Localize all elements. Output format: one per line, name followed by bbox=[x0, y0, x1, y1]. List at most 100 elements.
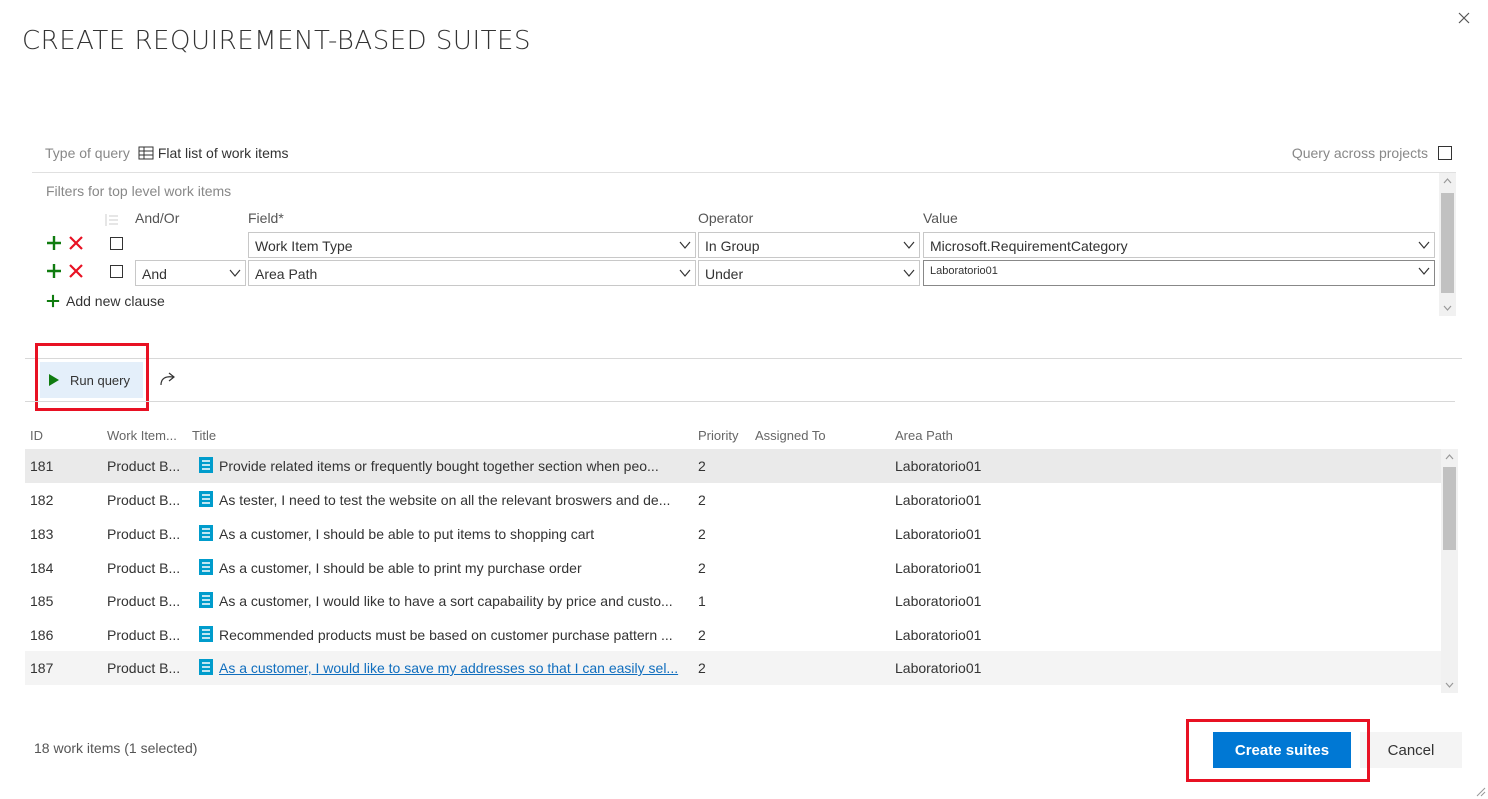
row-area-path: Laboratorio01 bbox=[895, 593, 982, 609]
row-title: As tester, I need to test the website on… bbox=[219, 492, 671, 508]
delete-clause-icon[interactable] bbox=[68, 263, 84, 279]
field-dropdown[interactable]: Area Path bbox=[248, 260, 696, 286]
table-row[interactable]: 185 Product B... As a customer, I would … bbox=[25, 584, 1441, 618]
row-area-path: Laboratorio01 bbox=[895, 458, 982, 474]
operator-value: Under bbox=[705, 266, 744, 282]
redo-icon[interactable] bbox=[158, 370, 178, 388]
backlog-item-icon bbox=[199, 626, 213, 642]
close-button[interactable] bbox=[1454, 8, 1474, 28]
row-title-link[interactable]: As a customer, I would like to save my a… bbox=[219, 660, 694, 676]
group-clauses-icon[interactable] bbox=[105, 213, 119, 227]
chevron-down-icon bbox=[903, 269, 915, 277]
scrollbar-thumb[interactable] bbox=[1441, 193, 1454, 293]
value-dropdown[interactable]: Microsoft.RequirementCategory bbox=[923, 232, 1435, 258]
value-value: Microsoft.RequirementCategory bbox=[930, 238, 1128, 254]
scroll-down-icon[interactable] bbox=[1444, 681, 1455, 689]
backlog-item-icon bbox=[199, 525, 213, 541]
dialog-title: CREATE REQUIREMENT-BASED SUITES bbox=[22, 26, 531, 56]
row-id: 184 bbox=[30, 560, 54, 576]
row-type: Product B... bbox=[107, 560, 181, 576]
query-type-row: Type of query Flat list of work items bbox=[45, 145, 289, 161]
query-type-value: Flat list of work items bbox=[157, 145, 289, 161]
chevron-down-icon bbox=[1418, 241, 1430, 249]
column-title[interactable]: Title bbox=[192, 428, 216, 443]
backlog-item-icon bbox=[199, 559, 213, 575]
row-title: As a customer, I would like to have a so… bbox=[219, 593, 673, 609]
table-row[interactable]: 181 Product B... Provide related items o… bbox=[25, 449, 1441, 483]
row-type: Product B... bbox=[107, 458, 181, 474]
chevron-down-icon bbox=[679, 241, 691, 249]
create-suites-button[interactable]: Create suites bbox=[1213, 732, 1351, 768]
row-priority: 2 bbox=[698, 492, 706, 508]
row-title: As a customer, I should be able to put i… bbox=[219, 526, 595, 542]
close-icon bbox=[1458, 12, 1470, 24]
row-area-path: Laboratorio01 bbox=[895, 660, 982, 676]
row-area-path: Laboratorio01 bbox=[895, 526, 982, 542]
run-query-button[interactable]: Run query bbox=[40, 362, 143, 398]
value-input[interactable]: Laboratorio01 bbox=[923, 260, 1435, 286]
cancel-button[interactable]: Cancel bbox=[1360, 732, 1462, 768]
run-query-label: Run query bbox=[70, 372, 130, 388]
query-type-selector[interactable]: Flat list of work items bbox=[138, 145, 289, 161]
add-icon bbox=[46, 294, 60, 308]
scroll-down-icon[interactable] bbox=[1442, 304, 1453, 312]
clause-checkbox[interactable] bbox=[110, 265, 123, 278]
row-id: 181 bbox=[30, 458, 54, 474]
chevron-down-icon bbox=[229, 269, 241, 277]
row-priority: 2 bbox=[698, 560, 706, 576]
row-priority: 2 bbox=[698, 627, 706, 643]
scrollbar-thumb[interactable] bbox=[1443, 467, 1456, 550]
delete-clause-icon[interactable] bbox=[68, 235, 84, 251]
query-type-label: Type of query bbox=[45, 145, 130, 161]
row-area-path: Laboratorio01 bbox=[895, 627, 982, 643]
row-type: Product B... bbox=[107, 627, 181, 643]
query-across-projects-label: Query across projects bbox=[1291, 145, 1428, 161]
row-id: 186 bbox=[30, 627, 54, 643]
operator-dropdown[interactable]: In Group bbox=[698, 232, 920, 258]
header-value: Value bbox=[923, 210, 958, 226]
row-priority: 1 bbox=[698, 593, 706, 609]
row-area-path: Laboratorio01 bbox=[895, 492, 982, 508]
scroll-up-icon[interactable] bbox=[1442, 177, 1453, 185]
header-field: Field* bbox=[248, 210, 284, 226]
column-priority[interactable]: Priority bbox=[698, 428, 738, 443]
add-new-clause-link[interactable]: Add new clause bbox=[46, 293, 165, 309]
row-title: Recommended products must be based on cu… bbox=[219, 627, 673, 643]
row-type: Product B... bbox=[107, 593, 181, 609]
row-title: As a customer, I should be able to print… bbox=[219, 560, 582, 576]
table-row[interactable]: 182 Product B... As tester, I need to te… bbox=[25, 483, 1441, 517]
resize-grip-icon[interactable] bbox=[1474, 785, 1486, 797]
chevron-down-icon bbox=[1418, 267, 1430, 275]
filters-title: Filters for top level work items bbox=[46, 183, 232, 199]
add-clause-icon[interactable] bbox=[46, 235, 62, 251]
table-row[interactable]: 184 Product B... As a customer, I should… bbox=[25, 551, 1441, 585]
backlog-item-icon bbox=[199, 491, 213, 507]
clause-checkbox[interactable] bbox=[110, 237, 123, 250]
column-assigned-to[interactable]: Assigned To bbox=[755, 428, 826, 443]
column-area-path[interactable]: Area Path bbox=[895, 428, 953, 443]
results-grid: 181 Product B... Provide related items o… bbox=[25, 449, 1441, 685]
and-or-dropdown[interactable]: And bbox=[135, 260, 246, 286]
filter-row: Work Item Type In Group Microsoft.Requir… bbox=[32, 232, 1437, 258]
results-scrollbar[interactable] bbox=[1441, 449, 1458, 693]
divider bbox=[25, 358, 1462, 359]
operator-dropdown[interactable]: Under bbox=[698, 260, 920, 286]
column-id[interactable]: ID bbox=[30, 428, 43, 443]
row-type: Product B... bbox=[107, 492, 181, 508]
table-icon bbox=[138, 146, 154, 160]
chevron-down-icon bbox=[679, 269, 691, 277]
row-title: Provide related items or frequently boug… bbox=[219, 458, 659, 474]
filters-scrollbar[interactable] bbox=[1439, 173, 1456, 316]
row-id: 187 bbox=[30, 660, 54, 676]
field-dropdown[interactable]: Work Item Type bbox=[248, 232, 696, 258]
table-row[interactable]: 187 Product B... As a customer, I would … bbox=[25, 651, 1441, 685]
row-priority: 2 bbox=[698, 526, 706, 542]
scroll-up-icon[interactable] bbox=[1444, 453, 1455, 461]
add-clause-icon[interactable] bbox=[46, 263, 62, 279]
query-across-projects-checkbox[interactable] bbox=[1438, 146, 1452, 160]
column-work-item-type[interactable]: Work Item... bbox=[107, 428, 177, 443]
header-operator: Operator bbox=[698, 210, 754, 226]
row-id: 182 bbox=[30, 492, 54, 508]
table-row[interactable]: 183 Product B... As a customer, I should… bbox=[25, 517, 1441, 551]
table-row[interactable]: 186 Product B... Recommended products mu… bbox=[25, 618, 1441, 652]
